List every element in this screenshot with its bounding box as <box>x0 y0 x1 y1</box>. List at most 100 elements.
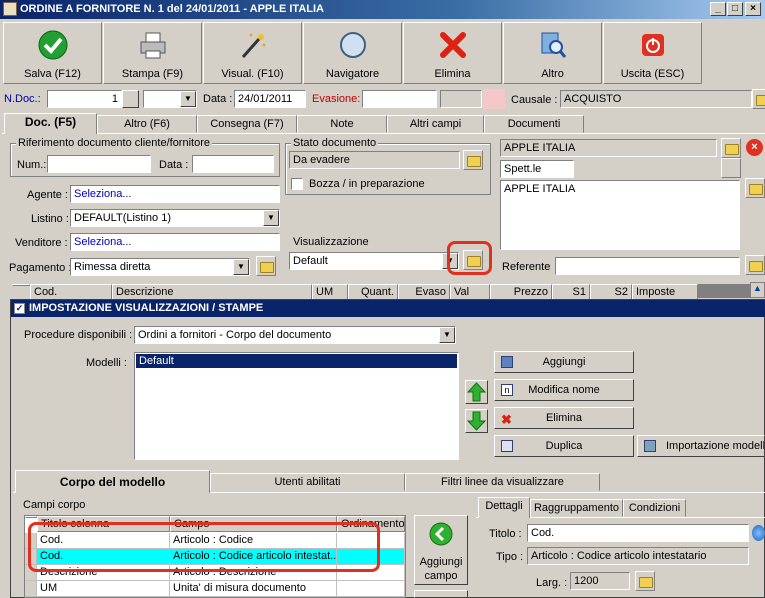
second-action-button[interactable] <box>414 590 468 598</box>
elimina-modello-button[interactable]: ✖ Elimina <box>494 407 634 429</box>
larg-label: Larg. : <box>536 577 568 589</box>
procedure-select[interactable]: Ordini a fornitori - Corpo del documento… <box>134 326 456 344</box>
aggiungi-campo-button[interactable]: Aggiungi campo <box>414 515 468 585</box>
ndoc-input[interactable]: 1 <box>47 90 122 108</box>
col-val[interactable]: Val <box>450 284 490 300</box>
modelli-label: Modelli : <box>86 357 127 369</box>
col-quant[interactable]: Quant. <box>348 284 398 300</box>
duplica-button[interactable]: Duplica <box>494 435 634 457</box>
dialog-title-bar: ✓ IMPOSTAZIONE VISUALIZZAZIONI / STAMPE <box>11 300 765 317</box>
modelli-list[interactable]: Default <box>134 352 459 460</box>
exit-power-icon <box>641 34 664 56</box>
tab-raggruppamento[interactable]: Raggruppamento <box>530 499 623 517</box>
altro-button[interactable]: Altro <box>503 22 602 84</box>
num-label: Num.: <box>17 159 47 171</box>
printer-icon <box>140 32 165 59</box>
arrow-left-icon <box>429 522 453 546</box>
spett-input[interactable]: Spett.le <box>500 160 574 178</box>
modelli-item-default[interactable]: Default <box>136 354 457 368</box>
col-prezzo[interactable]: Prezzo <box>490 284 552 300</box>
referente-input[interactable] <box>555 257 740 275</box>
tab-consegna[interactable]: Consegna (F7) <box>197 115 297 133</box>
remove-icon[interactable]: × <box>746 139 763 156</box>
address-folder-icon[interactable] <box>745 178 765 198</box>
chevron-down-icon: ▼ <box>233 259 249 275</box>
stato-folder-icon[interactable] <box>463 150 483 170</box>
venditore-input[interactable]: Seleziona... <box>70 233 280 251</box>
title-bar: ORDINE A FORNITORE N. 1 del 24/01/2011 -… <box>0 0 765 19</box>
data-input[interactable]: 24/01/2011 <box>234 90 306 108</box>
stampa-button[interactable]: Stampa (F9) <box>103 22 202 84</box>
compass-icon <box>339 32 366 58</box>
elimina-button[interactable]: Elimina <box>403 22 502 84</box>
ndoc-spin-button[interactable] <box>122 90 139 108</box>
fornitore-name: APPLE ITALIA <box>500 139 717 157</box>
highlight-campi-rows <box>28 522 380 572</box>
evasione-extra <box>440 90 482 108</box>
fornitore-folder-icon[interactable] <box>721 138 741 158</box>
bozza-checkbox[interactable] <box>291 178 303 190</box>
titolo-input[interactable]: Cod. <box>527 524 749 542</box>
tab-note[interactable]: Note <box>297 115 387 133</box>
col-s2[interactable]: S2 <box>590 284 632 300</box>
arrow-down-icon <box>466 411 487 431</box>
importazione-modello-button[interactable]: Importazione modello <box>637 435 765 457</box>
col-cod[interactable]: Cod. <box>30 284 112 300</box>
tab-corpo-modello[interactable]: Corpo del modello <box>15 470 210 493</box>
close-button[interactable]: × <box>745 2 761 16</box>
uscita-button[interactable]: Uscita (ESC) <box>603 22 702 84</box>
causale-input[interactable]: ACQUISTO <box>560 90 752 108</box>
table-row[interactable]: Unita' di misura documento <box>170 581 337 597</box>
col-um[interactable]: UM <box>312 284 348 300</box>
table-row[interactable]: UM <box>37 581 170 597</box>
bozza-label: Bozza / in preparazione <box>309 178 425 190</box>
check-icon: ✓ <box>14 303 25 314</box>
causale-folder-icon[interactable] <box>752 89 765 109</box>
listino-select[interactable]: DEFAULT(Listino 1) ▼ <box>70 209 280 227</box>
pagamento-folder-icon[interactable] <box>256 256 276 276</box>
listino-label: Listino : <box>31 213 69 225</box>
salva-button[interactable]: Salva (F12) <box>3 22 102 84</box>
evasione-input[interactable] <box>362 90 437 108</box>
larg-folder-icon[interactable] <box>635 571 655 591</box>
num-input[interactable] <box>47 155 151 173</box>
col-imposte[interactable]: Imposte <box>632 284 698 300</box>
move-down-button[interactable] <box>465 409 488 433</box>
procedure-label: Procedure disponibili : <box>24 329 133 341</box>
col-s1[interactable]: S1 <box>552 284 590 300</box>
import-icon <box>644 440 656 452</box>
stato-input: Da evadere <box>289 151 460 169</box>
chevron-down-icon: ▼ <box>263 210 279 226</box>
referente-folder-icon[interactable] <box>745 255 765 275</box>
agente-input[interactable]: Seleziona... <box>70 185 280 203</box>
pagamento-select[interactable]: Rimessa diretta ▼ <box>70 258 250 276</box>
ndoc-suffix-combo[interactable]: ▼ <box>143 90 197 108</box>
address-textarea[interactable]: APPLE ITALIA <box>500 180 740 250</box>
globe-icon[interactable] <box>752 525 765 541</box>
visual-select[interactable]: Default ▼ <box>289 252 459 270</box>
modifica-nome-button[interactable]: n Modifica nome <box>494 379 634 401</box>
scroll-up-icon[interactable]: ▲ <box>750 282 765 298</box>
tab-filtri-linee[interactable]: Filtri linee da visualizzare <box>405 473 600 491</box>
minimize-button[interactable]: _ <box>710 2 726 16</box>
col-evaso[interactable]: Evaso <box>398 284 450 300</box>
tab-condizioni[interactable]: Condizioni <box>623 499 686 517</box>
person-icon[interactable] <box>721 158 741 178</box>
larg-input[interactable]: 1200 <box>570 572 630 590</box>
tab-doc[interactable]: Doc. (F5) <box>4 113 97 134</box>
rif-data-input[interactable] <box>192 155 274 173</box>
pagamento-label: Pagamento : <box>9 262 72 274</box>
tab-altro[interactable]: Altro (F6) <box>97 115 197 133</box>
col-descrizione[interactable]: Descrizione <box>112 284 312 300</box>
maximize-button[interactable]: □ <box>727 2 743 16</box>
duplicate-icon <box>501 440 513 452</box>
tab-utenti-abilitati[interactable]: Utenti abilitati <box>210 473 405 491</box>
navigatore-button[interactable]: Navigatore <box>303 22 402 84</box>
tab-altri-campi[interactable]: Altri campi <box>387 115 484 133</box>
aggiungi-modello-button[interactable]: Aggiungi <box>494 351 634 373</box>
visual-button[interactable]: Visual. (F10) <box>203 22 302 84</box>
stato-legend: Stato documento <box>291 137 379 149</box>
tab-dettagli[interactable]: Dettagli <box>478 497 530 518</box>
move-up-button[interactable] <box>465 380 488 404</box>
tab-documenti[interactable]: Documenti <box>484 115 584 133</box>
